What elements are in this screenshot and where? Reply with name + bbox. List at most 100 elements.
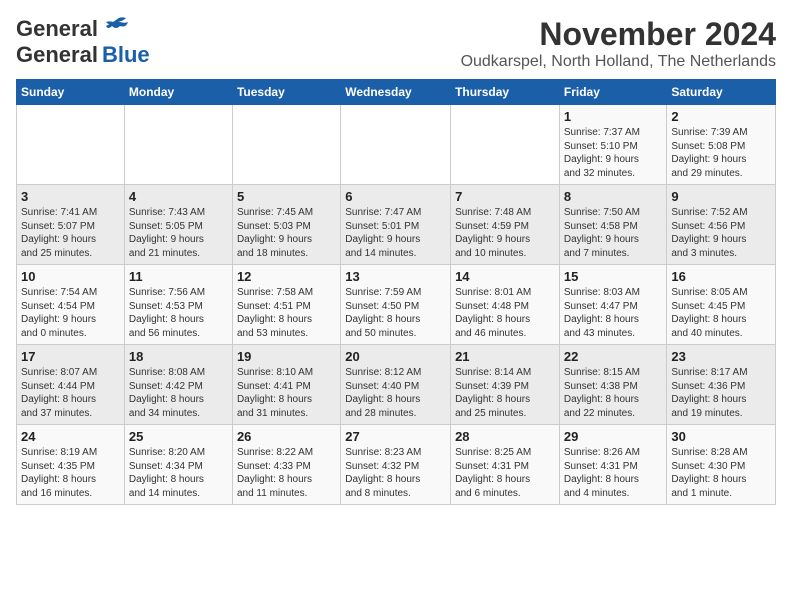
logo-text: General: [16, 16, 98, 42]
day-number: 14: [455, 269, 555, 284]
calendar-cell: 7Sunrise: 7:48 AM Sunset: 4:59 PM Daylig…: [451, 185, 560, 265]
day-number: 23: [671, 349, 771, 364]
day-number: 30: [671, 429, 771, 444]
day-info: Sunrise: 8:19 AM Sunset: 4:35 PM Dayligh…: [21, 446, 120, 500]
title-section: November 2024 Oudkarspel, North Holland,…: [461, 16, 776, 71]
day-info: Sunrise: 8:14 AM Sunset: 4:39 PM Dayligh…: [455, 366, 555, 420]
day-number: 13: [345, 269, 446, 284]
week-row-5: 24Sunrise: 8:19 AM Sunset: 4:35 PM Dayli…: [17, 425, 776, 505]
day-number: 18: [129, 349, 228, 364]
day-number: 29: [564, 429, 663, 444]
day-info: Sunrise: 7:58 AM Sunset: 4:51 PM Dayligh…: [237, 286, 336, 340]
calendar-cell: 13 Sunrise: 7:59 AM Sunset: 4:50 PM Dayli…: [341, 265, 451, 345]
day-number: 26: [237, 429, 336, 444]
calendar-table: SundayMondayTuesdayWednesdayThursdayFrid…: [16, 79, 776, 505]
day-info: Sunrise: 8:22 AM Sunset: 4:33 PM Dayligh…: [237, 446, 336, 500]
header-monday: Monday: [124, 80, 232, 105]
calendar-cell: 4 Sunrise: 7:43 AM Sunset: 5:05 PM Daylig…: [124, 185, 232, 265]
week-row-3: 10 Sunrise: 7:54 AM Sunset: 4:54 PM Dayli…: [17, 265, 776, 345]
calendar-cell: 15 Sunrise: 8:03 AM Sunset: 4:47 PM Dayli…: [559, 265, 667, 345]
day-info: Sunrise: 8:28 AM Sunset: 4:30 PM Dayligh…: [671, 446, 771, 500]
day-number: 27: [345, 429, 446, 444]
calendar-cell: [124, 105, 232, 185]
day-info: Sunrise: 7:50 AM Sunset: 4:58 PM Dayligh…: [564, 206, 663, 260]
calendar-cell: 20Sunrise: 8:12 AM Sunset: 4:40 PM Dayli…: [341, 345, 451, 425]
day-info: Sunrise: 7:59 AM Sunset: 4:50 PM Dayligh…: [345, 286, 446, 340]
calendar-cell: [341, 105, 451, 185]
header-sunday: Sunday: [17, 80, 125, 105]
day-info: Sunrise: 7:45 AM Sunset: 5:03 PM Dayligh…: [237, 206, 336, 260]
header-thursday: Thursday: [451, 80, 560, 105]
day-number: 19: [237, 349, 336, 364]
calendar-cell: 25Sunrise: 8:20 AM Sunset: 4:34 PM Dayli…: [124, 425, 232, 505]
day-number: 2: [671, 109, 771, 124]
calendar-header-row: SundayMondayTuesdayWednesdayThursdayFrid…: [17, 80, 776, 105]
day-info: Sunrise: 7:39 AM Sunset: 5:08 PM Dayligh…: [671, 126, 771, 180]
calendar-cell: 6Sunrise: 7:47 AM Sunset: 5:01 PM Daylig…: [341, 185, 451, 265]
day-number: 21: [455, 349, 555, 364]
day-number: 9: [671, 189, 771, 204]
calendar-cell: 26 Sunrise: 8:22 AM Sunset: 4:33 PM Dayli…: [232, 425, 340, 505]
calendar-cell: 16 Sunrise: 8:05 AM Sunset: 4:45 PM Dayli…: [667, 265, 776, 345]
day-info: Sunrise: 7:41 AM Sunset: 5:07 PM Dayligh…: [21, 206, 120, 260]
day-number: 16: [671, 269, 771, 284]
calendar-cell: 19 Sunrise: 8:10 AM Sunset: 4:41 PM Dayli…: [232, 345, 340, 425]
calendar-cell: 2 Sunrise: 7:39 AM Sunset: 5:08 PM Daylig…: [667, 105, 776, 185]
calendar-cell: 18 Sunrise: 8:08 AM Sunset: 4:42 PM Dayli…: [124, 345, 232, 425]
calendar-cell: 11Sunrise: 7:56 AM Sunset: 4:53 PM Dayli…: [124, 265, 232, 345]
day-number: 5: [237, 189, 336, 204]
day-number: 17: [21, 349, 120, 364]
week-row-4: 17 Sunrise: 8:07 AM Sunset: 4:44 PM Dayli…: [17, 345, 776, 425]
week-row-2: 3 Sunrise: 7:41 AM Sunset: 5:07 PM Daylig…: [17, 185, 776, 265]
day-info: Sunrise: 7:48 AM Sunset: 4:59 PM Dayligh…: [455, 206, 555, 260]
calendar-cell: 5 Sunrise: 7:45 AM Sunset: 5:03 PM Daylig…: [232, 185, 340, 265]
calendar-cell: [17, 105, 125, 185]
day-info: Sunrise: 7:43 AM Sunset: 5:05 PM Dayligh…: [129, 206, 228, 260]
day-number: 8: [564, 189, 663, 204]
day-info: Sunrise: 8:05 AM Sunset: 4:45 PM Dayligh…: [671, 286, 771, 340]
calendar-cell: 30 Sunrise: 8:28 AM Sunset: 4:30 PM Dayli…: [667, 425, 776, 505]
day-info: Sunrise: 8:26 AM Sunset: 4:31 PM Dayligh…: [564, 446, 663, 500]
day-number: 20: [345, 349, 446, 364]
calendar-cell: 14Sunrise: 8:01 AM Sunset: 4:48 PM Dayli…: [451, 265, 560, 345]
day-number: 28: [455, 429, 555, 444]
logo: General General Blue: [16, 16, 150, 68]
header-wednesday: Wednesday: [341, 80, 451, 105]
day-number: 25: [129, 429, 228, 444]
day-number: 22: [564, 349, 663, 364]
day-info: Sunrise: 8:10 AM Sunset: 4:41 PM Dayligh…: [237, 366, 336, 420]
calendar-cell: 22Sunrise: 8:15 AM Sunset: 4:38 PM Dayli…: [559, 345, 667, 425]
day-info: Sunrise: 7:54 AM Sunset: 4:54 PM Dayligh…: [21, 286, 120, 340]
day-number: 15: [564, 269, 663, 284]
day-number: 4: [129, 189, 228, 204]
logo-blue: Blue: [102, 42, 150, 68]
day-number: 3: [21, 189, 120, 204]
calendar-cell: 3 Sunrise: 7:41 AM Sunset: 5:07 PM Daylig…: [17, 185, 125, 265]
day-info: Sunrise: 8:03 AM Sunset: 4:47 PM Dayligh…: [564, 286, 663, 340]
day-info: Sunrise: 8:23 AM Sunset: 4:32 PM Dayligh…: [345, 446, 446, 500]
logo-general: General: [16, 42, 98, 68]
header-friday: Friday: [559, 80, 667, 105]
calendar-cell: [451, 105, 560, 185]
calendar-cell: 9Sunrise: 7:52 AM Sunset: 4:56 PM Daylig…: [667, 185, 776, 265]
calendar-cell: 17 Sunrise: 8:07 AM Sunset: 4:44 PM Dayli…: [17, 345, 125, 425]
calendar-cell: 24Sunrise: 8:19 AM Sunset: 4:35 PM Dayli…: [17, 425, 125, 505]
calendar-cell: 29 Sunrise: 8:26 AM Sunset: 4:31 PM Dayli…: [559, 425, 667, 505]
day-info: Sunrise: 8:08 AM Sunset: 4:42 PM Dayligh…: [129, 366, 228, 420]
calendar-cell: 23 Sunrise: 8:17 AM Sunset: 4:36 PM Dayli…: [667, 345, 776, 425]
header-saturday: Saturday: [667, 80, 776, 105]
header-tuesday: Tuesday: [232, 80, 340, 105]
page-header: General General Blue November 2024 Oudka…: [16, 16, 776, 71]
calendar-cell: 12Sunrise: 7:58 AM Sunset: 4:51 PM Dayli…: [232, 265, 340, 345]
day-number: 6: [345, 189, 446, 204]
subtitle: Oudkarspel, North Holland, The Netherlan…: [461, 53, 776, 71]
week-row-1: 1Sunrise: 7:37 AM Sunset: 5:10 PM Daylig…: [17, 105, 776, 185]
calendar-cell: 1Sunrise: 7:37 AM Sunset: 5:10 PM Daylig…: [559, 105, 667, 185]
day-info: Sunrise: 8:25 AM Sunset: 4:31 PM Dayligh…: [455, 446, 555, 500]
day-number: 10: [21, 269, 120, 284]
calendar-cell: 21 Sunrise: 8:14 AM Sunset: 4:39 PM Dayli…: [451, 345, 560, 425]
logo-bird-icon: [102, 16, 130, 38]
main-title: November 2024: [461, 16, 776, 53]
day-info: Sunrise: 8:07 AM Sunset: 4:44 PM Dayligh…: [21, 366, 120, 420]
day-info: Sunrise: 8:17 AM Sunset: 4:36 PM Dayligh…: [671, 366, 771, 420]
